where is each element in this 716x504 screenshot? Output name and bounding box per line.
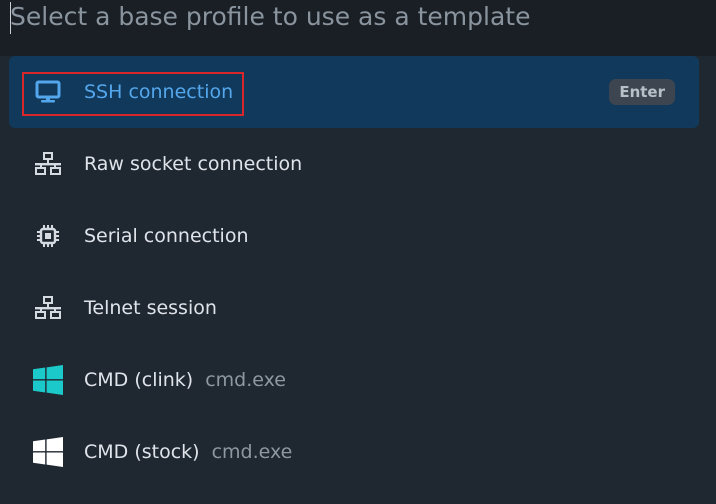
- profile-item-ssh[interactable]: SSH connection Enter: [9, 56, 699, 128]
- profile-name: SSH connection: [84, 81, 234, 103]
- network-icon: [33, 293, 63, 323]
- profile-list: SSH connection Enter Raw socket connecti…: [9, 56, 699, 488]
- profile-name: Serial connection: [84, 225, 249, 247]
- monitor-icon: [33, 77, 63, 107]
- profile-item-label: Raw socket connection: [84, 153, 302, 175]
- profile-search-input[interactable]: [10, 0, 700, 36]
- profile-item-label: SSH connection: [84, 81, 233, 103]
- search-bar: [0, 0, 716, 56]
- profile-name: Raw socket connection: [84, 153, 303, 175]
- profile-item-telnet[interactable]: Telnet session: [9, 272, 699, 344]
- profile-item-label: CMD (clink) cmd.exe: [84, 369, 286, 391]
- profile-item-cmd-stock[interactable]: CMD (stock) cmd.exe: [9, 416, 699, 488]
- profile-name: CMD (stock): [84, 441, 200, 463]
- profile-item-label: Telnet session: [84, 297, 217, 319]
- profile-item-cmd-clink[interactable]: CMD (clink) cmd.exe: [9, 344, 699, 416]
- windows-logo-icon: [33, 365, 63, 395]
- enter-key-hint: Enter: [609, 79, 675, 105]
- profile-item-raw-socket[interactable]: Raw socket connection: [9, 128, 699, 200]
- windows-logo-icon: [33, 437, 63, 467]
- chip-icon: [33, 221, 63, 251]
- profile-name: Telnet session: [84, 297, 217, 319]
- profile-item-label: CMD (stock) cmd.exe: [84, 441, 292, 463]
- profile-name: CMD (clink): [84, 369, 194, 391]
- network-icon: [33, 149, 63, 179]
- profile-command: cmd.exe: [205, 369, 286, 391]
- profile-item-serial[interactable]: Serial connection: [9, 200, 699, 272]
- profile-item-label: Serial connection: [84, 225, 249, 247]
- profile-command: cmd.exe: [211, 441, 293, 463]
